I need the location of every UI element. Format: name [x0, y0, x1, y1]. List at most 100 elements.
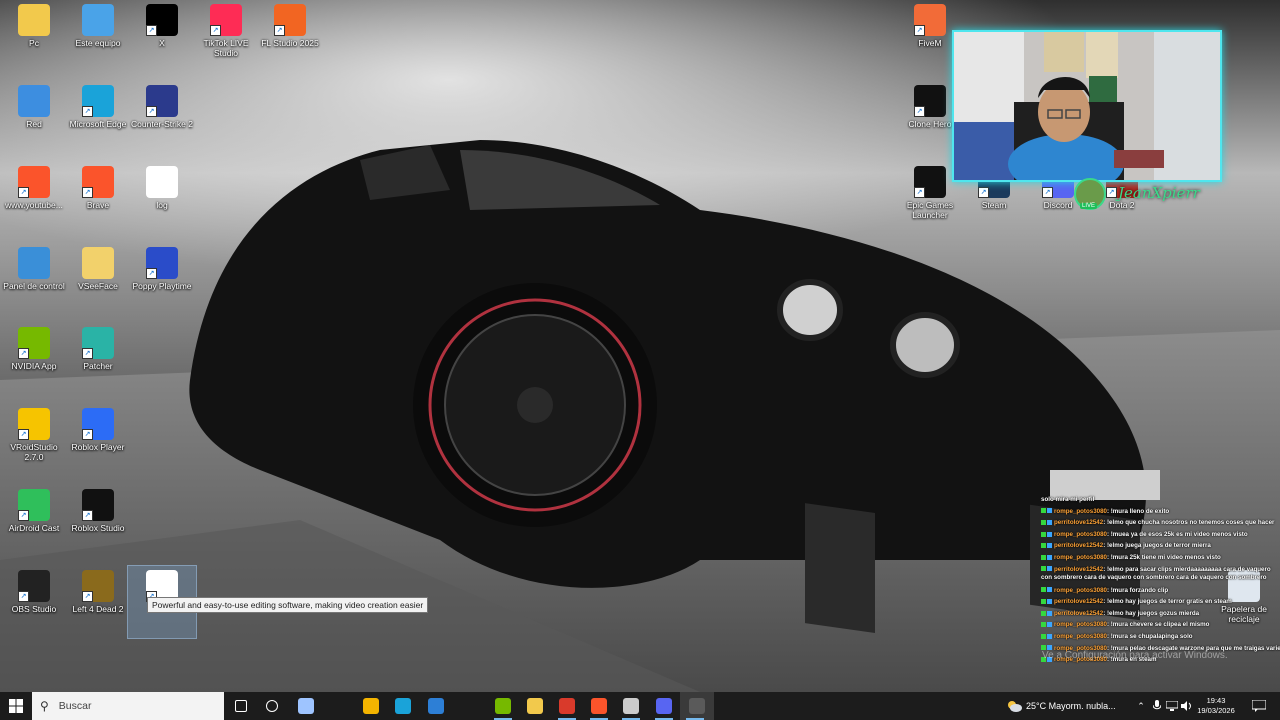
taskbar-app-cortana[interactable] [257, 692, 287, 720]
chat-badge-icon [1047, 622, 1052, 628]
taskbar-app-brave[interactable] [584, 692, 614, 720]
fivem-icon: ↗ [914, 4, 946, 36]
chat-badge-icon [1041, 622, 1046, 628]
chat-badge-icon [1041, 587, 1046, 593]
chat-text: : !elmo que chucha nosotros no tenemos c… [1103, 519, 1275, 527]
chat-badge-icon [1041, 599, 1046, 605]
chat-message: rompe_potos3080: !mura forzando clip [1041, 585, 1280, 597]
chat-message: perritolove12542: !elmo juega juegos de … [1041, 540, 1280, 552]
shortcut-arrow-icon: ↗ [146, 106, 157, 117]
desktop-icon-fl-studio[interactable]: ↗ FL Studio 2025 [256, 0, 324, 72]
desktop-icon-nvidia[interactable]: ↗ NVIDIA App [0, 323, 68, 395]
desktop-icon-x-logo[interactable]: ↗ X [128, 0, 196, 72]
desktop-icon-brave[interactable]: ↗ Brave [64, 162, 132, 234]
desktop-icon-label: Roblox Player [71, 442, 125, 452]
shortcut-arrow-icon: ↗ [18, 429, 29, 440]
desktop-icon-label: Microsoft Edge [69, 119, 127, 129]
start-button[interactable] [0, 692, 32, 720]
clock-time: 19:43 [1206, 696, 1226, 705]
chat-text: : !mura 25k tiene mi video menos visto [1106, 553, 1221, 561]
shortcut-arrow-icon: ↗ [146, 268, 157, 279]
chat-badge-icon [1041, 566, 1046, 572]
chat-text: : !elmo juega juegos de terror mierra [1103, 542, 1211, 550]
taskbar-clock[interactable]: 19:43 19/03/2026 [1196, 692, 1236, 720]
live-badge: LIVE [1080, 203, 1098, 209]
shortcut-arrow-icon: ↗ [1106, 187, 1117, 198]
network-icon[interactable] [1165, 692, 1179, 720]
volume-icon[interactable] [1180, 692, 1194, 720]
chat-text: : !elmo hay juegos de terror gratis en s… [1103, 598, 1232, 606]
desktop-icon-brave[interactable]: ↗ www.youtube... [0, 162, 68, 234]
chat-message: solo mira mi perfil [1041, 494, 1280, 506]
chat-username: perritolove12542 [1054, 542, 1104, 550]
desktop-icon-computer[interactable]: Este equipo [64, 0, 132, 72]
shortcut-arrow-icon: ↗ [82, 106, 93, 117]
chevron-up-icon[interactable]: ⌃ [1134, 692, 1148, 720]
taskbar-app-obs-studio[interactable] [616, 692, 646, 720]
desktop-icon-roblox-studio[interactable]: ↗ Roblox Studio [64, 485, 132, 557]
taskbar-search-box[interactable]: ⚲ Buscar [32, 692, 224, 720]
stream-chat: solo mira mi perfil rompe_potos3080: !mur… [1041, 494, 1280, 666]
taskbar-app-window-thumbnail[interactable] [680, 692, 714, 720]
roblox-player-icon: ↗ [82, 408, 114, 440]
desktop-icon-left4dead2[interactable]: ↗ Left 4 Dead 2 [64, 566, 132, 638]
desktop-icon-folder[interactable]: VSeeFace [64, 243, 132, 315]
tiktok-live-icon: ↗ [210, 4, 242, 36]
taskbar-app-task-view[interactable] [226, 692, 256, 720]
desktop-icon-label: AirDroid Cast [8, 523, 60, 533]
edge-icon: ↗ [82, 85, 114, 117]
chat-message: rompe_potos3080: !mura se chupalapinga s… [1041, 631, 1280, 643]
desktop-icon-airdroid-cast[interactable]: ↗ AirDroid Cast [0, 485, 68, 557]
taskbar-app-discord[interactable] [649, 692, 679, 720]
chat-username: rompe_potos3080 [1054, 530, 1107, 538]
text-file-icon [146, 166, 178, 198]
taskbar-app-snipping-tool[interactable] [291, 692, 321, 720]
weather-text[interactable]: 25°C Mayorm. nubla... [1026, 692, 1126, 720]
cortana-icon [266, 700, 278, 712]
mail-icon [428, 698, 444, 714]
search-icon: ⚲ [40, 699, 49, 713]
desktop-icon-patcher[interactable]: ↗ Patcher [64, 323, 132, 395]
chat-badge-icon [1047, 610, 1052, 616]
desktop-icon-control-panel[interactable]: Panel de control [0, 243, 68, 315]
chat-username: rompe_potos3080 [1054, 632, 1107, 640]
desktop-icon-poppy-playtime[interactable]: ↗ Poppy Playtime [128, 243, 196, 315]
notification-center-button[interactable] [1246, 692, 1272, 720]
desktop-icon-vroid-studio[interactable]: ↗ VRoidStudio 2.7.0 [0, 404, 68, 476]
desktop-icon-label: TikTok LIVE Studio [203, 38, 249, 58]
streamer-name: JeanXpierr [1118, 184, 1200, 202]
taskbar-app-edge[interactable] [388, 692, 418, 720]
snipping-tool-icon [298, 698, 314, 714]
search-placeholder: Buscar [58, 700, 92, 712]
chat-badge-icon [1047, 633, 1052, 639]
desktop-icon-obs-studio[interactable]: ↗ OBS Studio [0, 566, 68, 638]
taskbar-app-nvidia[interactable] [488, 692, 518, 720]
microphone-icon[interactable] [1150, 692, 1164, 720]
desktop-icon-label: NVIDIA App [11, 361, 57, 371]
desktop-icon-text-file[interactable]: log [128, 162, 196, 234]
chat-message: perritolove12542: !elmo para sacar clips… [1041, 566, 1280, 583]
taskbar-app-adobe-red[interactable] [552, 692, 582, 720]
desktop-icon-tiktok-live[interactable]: ↗ TikTok LIVE Studio [192, 0, 260, 72]
chat-text: : !muea ya de esos 25k es mi video menos… [1106, 530, 1248, 538]
desktop-icon-folder-user[interactable]: Pc [0, 0, 68, 72]
desktop-icon-network-globe[interactable]: Red [0, 81, 68, 153]
chat-text: : !mura se chupalapinga solo [1106, 632, 1193, 640]
chat-badge-icon [1041, 554, 1046, 560]
desktop-icon-roblox-player[interactable]: ↗ Roblox Player [64, 404, 132, 476]
obs-studio-icon [623, 698, 639, 714]
desktop-icon-edge[interactable]: ↗ Microsoft Edge [64, 81, 132, 153]
chat-badge-icon [1041, 508, 1046, 514]
weather-icon[interactable] [1004, 692, 1024, 720]
taskbar-app-microsoft-store[interactable] [356, 692, 386, 720]
shortcut-arrow-icon: ↗ [210, 25, 221, 36]
shortcut-arrow-icon: ↗ [82, 510, 93, 521]
shortcut-arrow-icon: ↗ [82, 429, 93, 440]
chat-badge-icon [1047, 543, 1052, 549]
taskbar-app-file-explorer[interactable] [520, 692, 550, 720]
chat-badge-icon [1047, 520, 1052, 526]
desktop-icon-label: Roblox Studio [71, 523, 125, 533]
taskbar-app-mail[interactable] [421, 692, 451, 720]
desktop-icon-counter-strike[interactable]: ↗ Counter-Strike 2 [128, 81, 196, 153]
chat-badge-icon [1041, 543, 1046, 549]
